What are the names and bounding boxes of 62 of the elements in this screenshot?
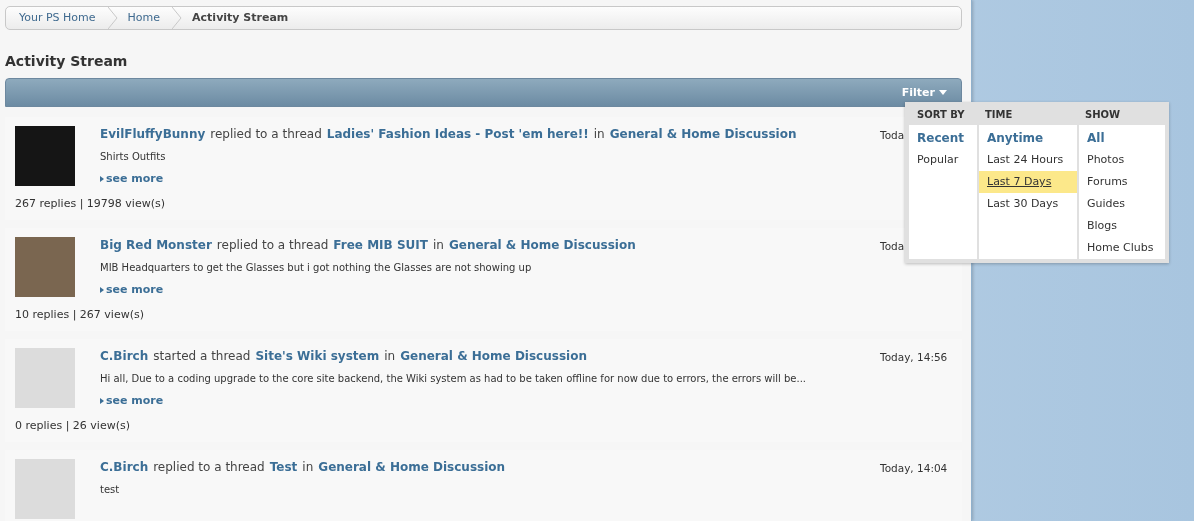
stats-text: 267 replies | 19798 view(s)	[15, 197, 166, 210]
triangle-icon	[100, 397, 104, 404]
headline-link[interactable]: Big Red Monster	[100, 238, 212, 252]
filter-option[interactable]: Blogs	[1079, 215, 1165, 237]
headline-link[interactable]: General & Home Discussion	[318, 460, 506, 474]
headline-link[interactable]: C.Birch	[100, 349, 149, 363]
headline-link[interactable]: EvilFluffyBunny	[100, 127, 206, 141]
headline-link[interactable]: General & Home Discussion	[400, 349, 587, 363]
timestamp: Today, 14:56	[880, 351, 948, 363]
stats-text: 0 replies | 26 view(s)	[15, 419, 131, 432]
filter-option[interactable]: Last 24 Hours	[979, 149, 1077, 171]
action-text: in	[432, 238, 444, 252]
filter-button[interactable]: Filter	[899, 84, 949, 101]
see-more-link[interactable]: see more	[100, 283, 164, 296]
filter-option[interactable]: Last 7 Days	[979, 171, 1077, 193]
excerpt-text: test	[100, 484, 121, 495]
stats-text: 10 replies | 267 view(s)	[15, 308, 145, 321]
triangle-icon	[100, 175, 104, 182]
headline-link[interactable]: Ladies' Fashion Ideas - Post 'em here!!	[326, 127, 589, 141]
action-text: replied to a thread	[210, 127, 322, 141]
see-more-link[interactable]: see more	[100, 172, 164, 185]
breadcrumb-link[interactable]: Activity Stream	[182, 7, 311, 29]
column-heading: SHOW	[1084, 108, 1122, 122]
filter-option[interactable]: All	[1079, 127, 1165, 149]
headline-link[interactable]: Free MIB SUIT	[333, 238, 428, 252]
see-more-link[interactable]: see more	[100, 394, 164, 407]
avatar-placeholder	[15, 126, 75, 186]
action-text: started a thread	[153, 349, 251, 363]
avatar-placeholder	[15, 237, 75, 297]
breadcrumb-link[interactable]: Your PS Home	[6, 7, 118, 29]
excerpt-text: Shirts Outfits	[100, 151, 167, 162]
headline-link[interactable]: Site's Wiki system	[255, 349, 380, 363]
avatar-placeholder	[15, 459, 75, 519]
action-text: in	[593, 127, 605, 141]
timestamp: Today, 14:04	[880, 462, 948, 474]
column-heading: TIME	[984, 108, 1014, 122]
filter-option[interactable]: Anytime	[979, 127, 1077, 149]
filter-option[interactable]: Last 30 Days	[979, 193, 1077, 215]
filter-option[interactable]: Recent	[909, 127, 977, 149]
filter-option[interactable]: Home Clubs	[1079, 237, 1165, 259]
timestamp: Toda	[880, 129, 905, 141]
headline-link[interactable]: General & Home Discussion	[448, 238, 636, 252]
avatar-placeholder	[15, 348, 75, 408]
column-heading: SORT BY	[916, 108, 966, 122]
headline-link[interactable]: Test	[269, 460, 298, 474]
excerpt-text: Hi all, Due to a coding upgrade to the core site backend, the Wiki system as had to be taken offline for now due to errors, the errors will be...	[100, 373, 808, 384]
page-title: Activity Stream	[5, 53, 129, 69]
filter-option[interactable]: Guides	[1079, 193, 1165, 215]
filter-option[interactable]: Popular	[909, 149, 977, 171]
breadcrumb-link[interactable]: Home	[117, 7, 183, 29]
caret-icon	[939, 90, 947, 95]
timestamp: Toda	[880, 240, 905, 252]
triangle-icon	[100, 286, 104, 293]
headline-link[interactable]: C.Birch	[100, 460, 149, 474]
filter-option[interactable]: Forums	[1079, 171, 1165, 193]
excerpt-text: MIB Headquarters to get the Glasses but i got nothing the Glasses are not showing up	[100, 262, 533, 273]
filter-option[interactable]: Photos	[1079, 149, 1165, 171]
action-text: replied to a thread	[216, 238, 329, 252]
headline-link[interactable]: General & Home Discussion	[609, 127, 797, 141]
action-text: in	[302, 460, 314, 474]
action-text: in	[384, 349, 396, 363]
action-text: replied to a thread	[153, 460, 265, 474]
